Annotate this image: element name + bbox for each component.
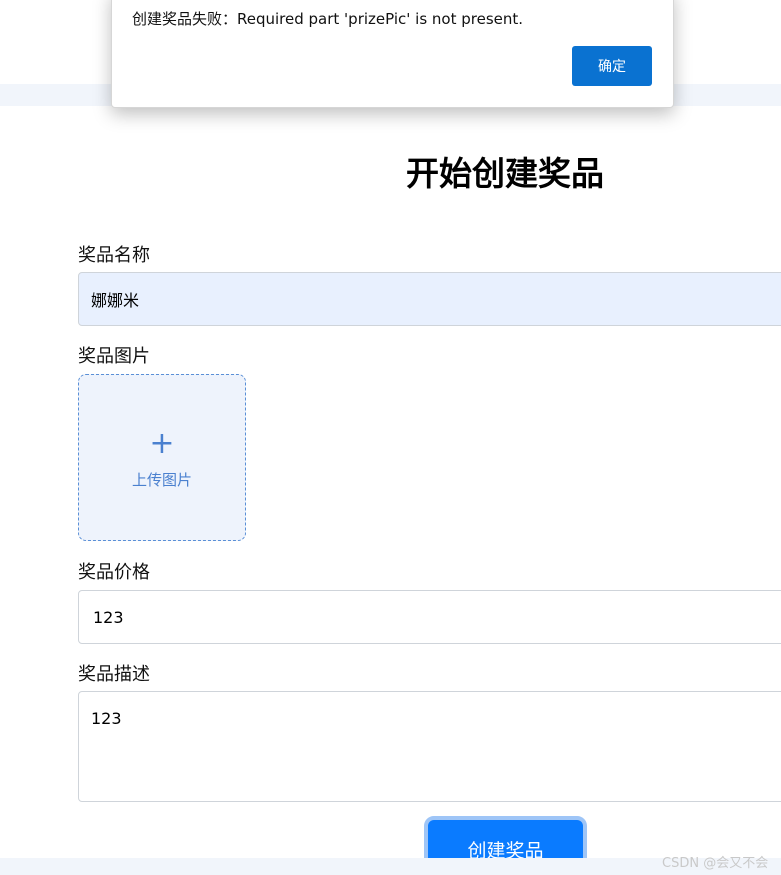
alert-ok-button[interactable]: 确定 <box>572 46 652 86</box>
prize-image-label: 奖品图片 <box>78 346 150 367</box>
image-upload-area[interactable]: + 上传图片 <box>78 374 246 541</box>
upload-label: 上传图片 <box>131 471 192 489</box>
prize-description-textarea[interactable]: 123 <box>78 691 781 802</box>
page: 创建奖品失败：Required part 'prizePic' is not p… <box>0 0 781 875</box>
prize-description-label: 奖品描述 <box>78 664 150 685</box>
alert-message: 创建奖品失败：Required part 'prizePic' is not p… <box>132 10 524 28</box>
prize-name-label: 奖品名称 <box>78 245 150 266</box>
prize-price-input[interactable] <box>78 590 781 644</box>
prize-name-input[interactable] <box>78 272 781 326</box>
plus-icon: + <box>149 426 175 461</box>
alert-dialog: 创建奖品失败：Required part 'prizePic' is not p… <box>111 0 674 108</box>
watermark: CSDN @会又不会 <box>662 856 769 871</box>
prize-price-label: 奖品价格 <box>78 562 150 583</box>
page-title: 开始创建奖品 <box>406 154 604 193</box>
